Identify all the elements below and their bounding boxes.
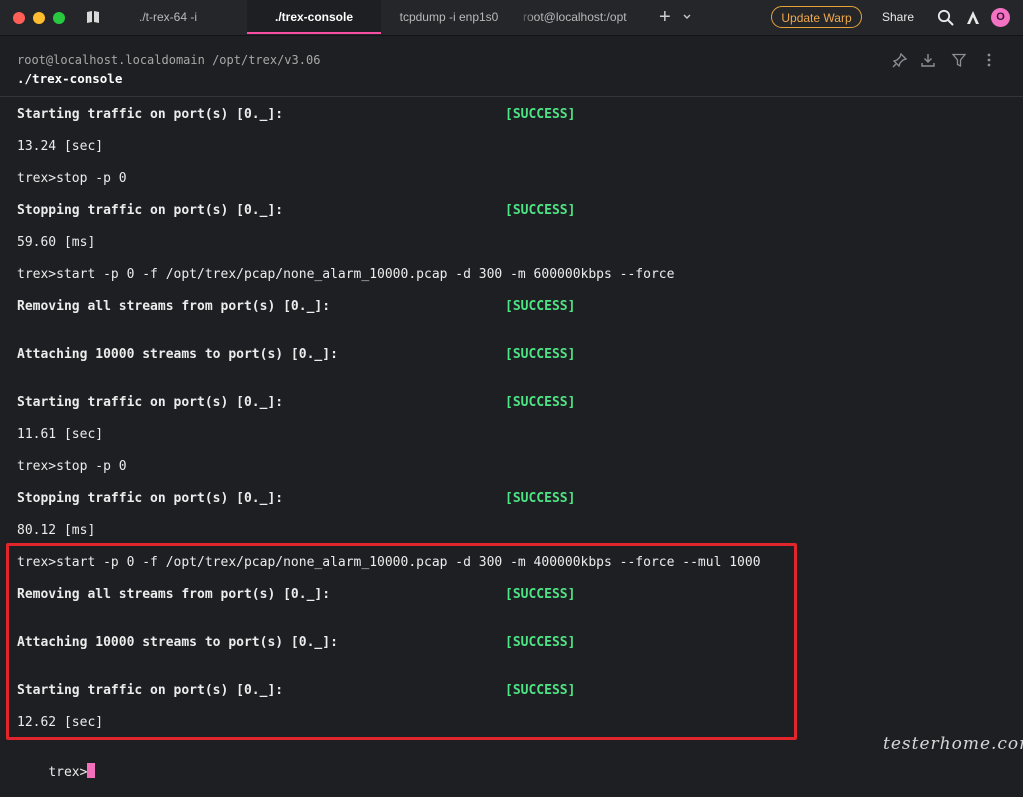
- output-line: Stopping traffic on port(s) [0._]:: [17, 203, 284, 218]
- title-bar: ./t-rex-64 -i ./trex-console tcpdump -i …: [0, 0, 1023, 36]
- output-line: Stopping traffic on port(s) [0._]:: [17, 491, 284, 506]
- tab-root-localhost[interactable]: root@localhost:/opt: [517, 0, 649, 34]
- output-line: trex>stop -p 0: [17, 171, 127, 186]
- share-button[interactable]: Share: [882, 10, 914, 24]
- output-line: Starting traffic on port(s) [0._]:: [17, 395, 284, 410]
- block-header: root@localhost.localdomain /opt/trex/v3.…: [0, 36, 1023, 97]
- status-badge: [SUCCESS]: [505, 395, 576, 410]
- output-line: trex>start -p 0 -f /opt/trex/pcap/none_a…: [17, 267, 675, 282]
- more-options-icon[interactable]: [981, 52, 997, 68]
- warp-logo-icon[interactable]: [965, 9, 981, 25]
- output-line: 80.12 [ms]: [17, 523, 96, 538]
- book-icon[interactable]: [85, 9, 101, 25]
- pin-icon[interactable]: [892, 52, 908, 68]
- output-line: Removing all streams from port(s) [0._]:: [17, 299, 331, 314]
- output-line: Attaching 10000 streams to port(s) [0._]…: [17, 347, 338, 362]
- output-line: 11.61 [sec]: [17, 427, 104, 442]
- chevron-down-icon[interactable]: [682, 12, 692, 22]
- tab-tcpdump[interactable]: tcpdump -i enp1s0: [381, 0, 517, 34]
- tab-label: tcpdump -i enp1s0: [399, 10, 499, 24]
- tab-trex-64[interactable]: ./t-rex-64 -i: [112, 0, 224, 34]
- new-tab-plus-icon[interactable]: +: [659, 6, 671, 28]
- zoom-window-button[interactable]: [53, 12, 65, 24]
- status-badge: [SUCCESS]: [505, 587, 576, 602]
- output-line: Attaching 10000 streams to port(s) [0._]…: [17, 635, 338, 650]
- terminal-input[interactable]: trex>: [17, 747, 96, 797]
- tab-trex-console[interactable]: ./trex-console: [247, 0, 381, 34]
- status-badge: [SUCCESS]: [505, 107, 576, 122]
- output-line: Starting traffic on port(s) [0._]:: [17, 107, 284, 122]
- working-directory: root@localhost.localdomain /opt/trex/v3.…: [17, 53, 321, 67]
- close-window-button[interactable]: [13, 12, 25, 24]
- output-line: trex>stop -p 0: [17, 459, 127, 474]
- text-cursor: [87, 763, 96, 778]
- minimize-window-button[interactable]: [33, 12, 45, 24]
- tab-label: root@localhost:/opt: [523, 10, 627, 24]
- tab-label: ./t-rex-64 -i: [138, 10, 197, 24]
- status-badge: [SUCCESS]: [505, 299, 576, 314]
- watermark: testerhome.com: [883, 734, 1023, 754]
- output-line: Starting traffic on port(s) [0._]:: [17, 683, 284, 698]
- status-badge: [SUCCESS]: [505, 491, 576, 506]
- update-warp-button[interactable]: Update Warp: [771, 6, 862, 28]
- output-line: 59.60 [ms]: [17, 235, 96, 250]
- status-badge: [SUCCESS]: [505, 347, 576, 362]
- avatar[interactable]: O: [991, 8, 1010, 27]
- tab-label: ./trex-console: [274, 10, 354, 24]
- output-line: trex>start -p 0 -f /opt/trex/pcap/none_a…: [17, 555, 761, 570]
- prompt: trex>: [48, 765, 88, 780]
- status-badge: [SUCCESS]: [505, 203, 576, 218]
- status-badge: [SUCCESS]: [505, 683, 576, 698]
- download-icon[interactable]: [920, 52, 936, 68]
- output-line: 12.62 [sec]: [17, 715, 104, 730]
- filter-icon[interactable]: [951, 52, 967, 68]
- output-line: 13.24 [sec]: [17, 139, 104, 154]
- status-badge: [SUCCESS]: [505, 635, 576, 650]
- block-command: ./trex-console: [17, 71, 123, 86]
- search-icon[interactable]: [937, 9, 954, 26]
- output-line: Removing all streams from port(s) [0._]:: [17, 587, 331, 602]
